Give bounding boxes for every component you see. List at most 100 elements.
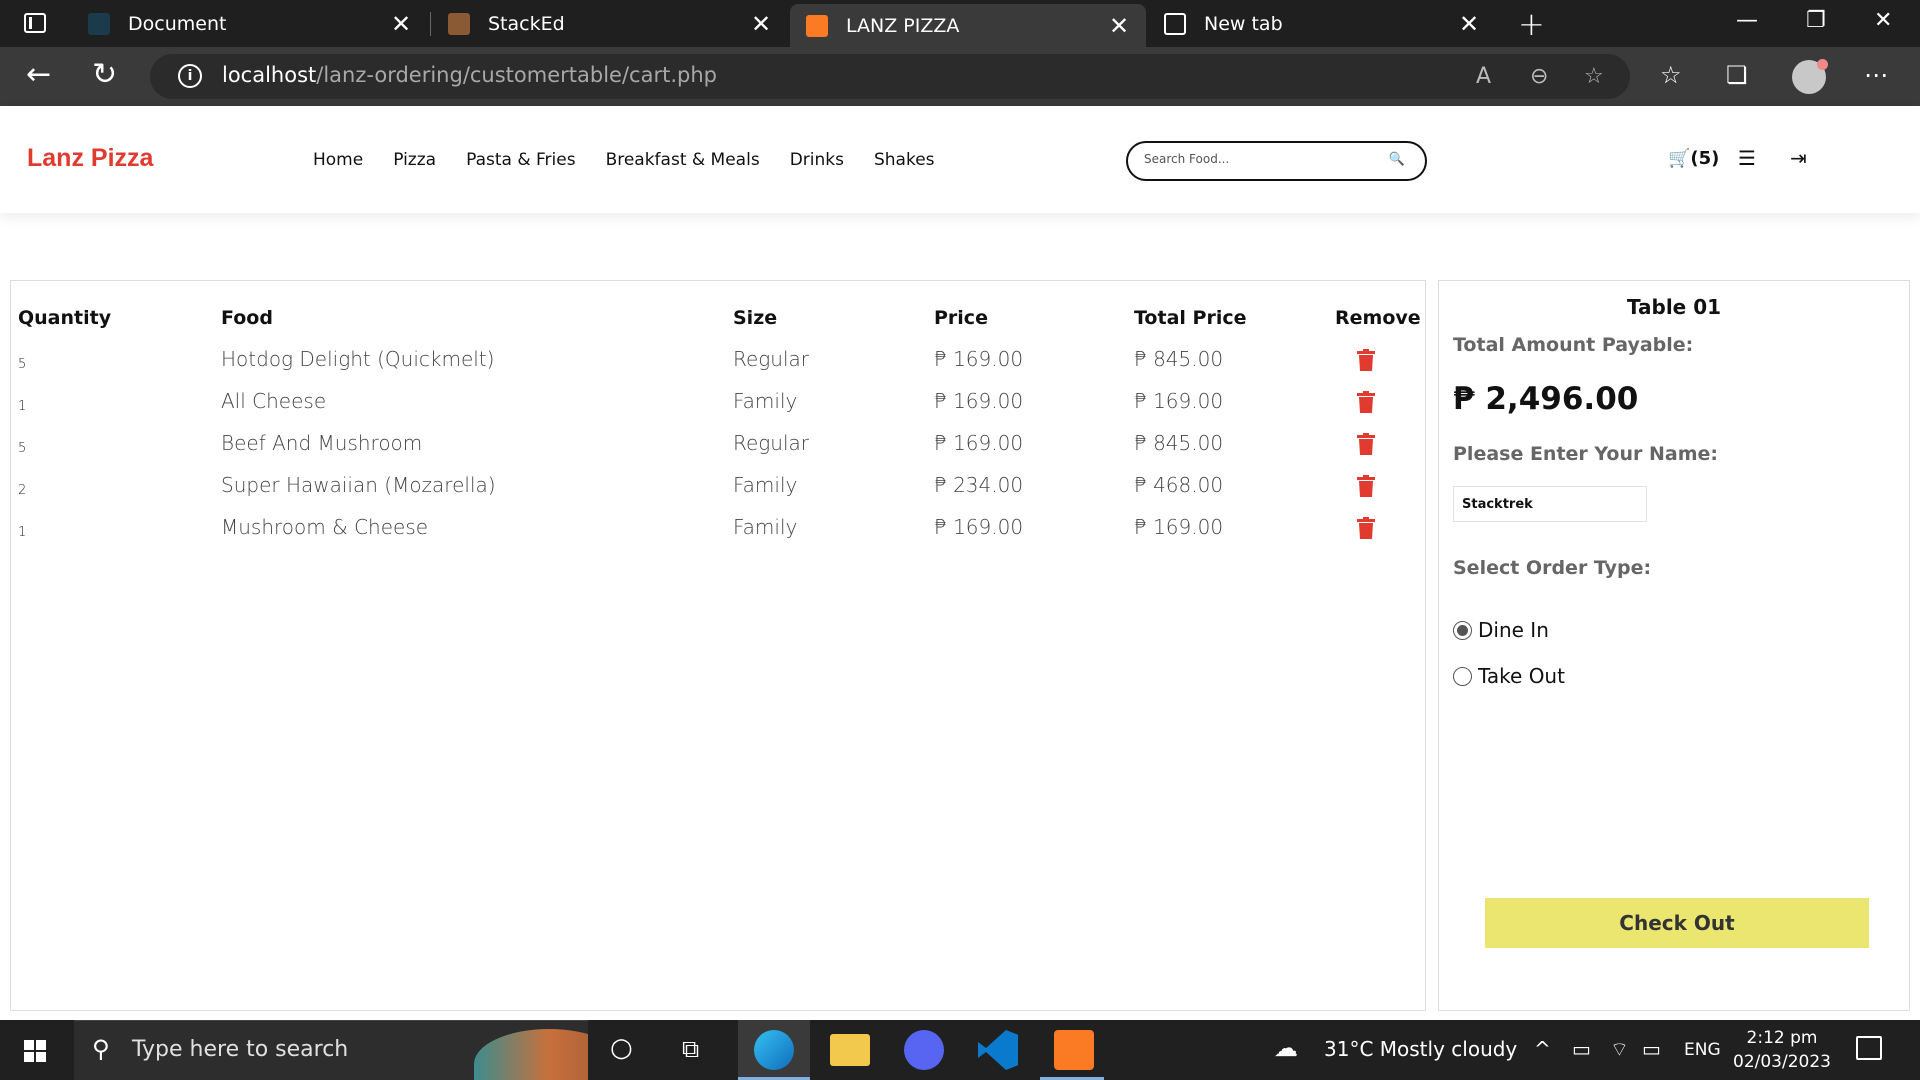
tab-new-tab[interactable]: New tab ✕ — [1148, 0, 1496, 47]
close-window-icon[interactable]: ✕ — [1874, 8, 1892, 33]
tab-lanz-pizza[interactable]: LANZ PIZZA ✕ — [790, 4, 1146, 47]
edge-icon[interactable] — [754, 1030, 794, 1070]
add-favorite-icon[interactable]: ☆ — [1584, 64, 1604, 89]
customer-name-input[interactable] — [1453, 486, 1647, 522]
checkout-button[interactable]: Check Out — [1485, 898, 1869, 948]
table-row: 5 Hotdog Delight (Quickmelt) Regular ₱ 1… — [11, 347, 1425, 389]
orders-list-icon[interactable]: ☰ — [1738, 146, 1756, 170]
row-total-price: ₱ 845.00 — [1134, 347, 1224, 371]
xampp-icon[interactable] — [1054, 1030, 1094, 1070]
back-arrow-icon[interactable]: ← — [26, 57, 51, 92]
cart-link[interactable]: 🛒(5) — [1668, 148, 1719, 169]
row-food: Mushroom & Cheese — [221, 515, 429, 539]
row-food: Beef And Mushroom — [221, 431, 423, 455]
trash-icon[interactable] — [1357, 475, 1375, 497]
close-tab-icon[interactable]: ✕ — [1456, 10, 1482, 38]
notifications-icon[interactable] — [1856, 1036, 1882, 1060]
more-menu-icon[interactable]: ⋯ — [1864, 61, 1888, 89]
food-search-box: 🔍 — [1126, 141, 1427, 181]
zoom-out-icon[interactable]: ⊖ — [1530, 64, 1548, 89]
browser-tab-bar: Document ✕ StackEd ✕ LANZ PIZZA ✕ New ta… — [0, 0, 1920, 47]
meet-now-icon[interactable]: ▭ — [1572, 1037, 1591, 1061]
row-size: Regular — [733, 347, 810, 371]
row-price: ₱ 169.00 — [934, 347, 1024, 371]
trash-icon[interactable] — [1357, 391, 1375, 413]
nav-breakfast-meals[interactable]: Breakfast & Meals — [606, 150, 760, 170]
collections-icon[interactable]: ❏ — [1726, 61, 1748, 89]
windows-start-icon[interactable] — [24, 1040, 46, 1062]
url-box[interactable]: i localhost/lanz-ordering/customertable/… — [150, 54, 1630, 99]
search-input[interactable] — [1144, 152, 1384, 166]
row-food: All Cheese — [221, 389, 327, 413]
row-food: Hotdog Delight (Quickmelt) — [221, 347, 495, 371]
search-icon: ⚲ — [92, 1035, 110, 1063]
stacked-favicon-icon — [448, 12, 470, 35]
clock-time: 2:12 pm — [1746, 1028, 1818, 1048]
file-explorer-icon[interactable] — [830, 1034, 870, 1066]
total-amount-label: Total Amount Payable: — [1453, 334, 1694, 356]
row-size: Family — [733, 515, 798, 539]
wifi-icon[interactable]: ⌔ — [1610, 1037, 1629, 1062]
nav-home[interactable]: Home — [313, 150, 363, 170]
favorites-icon[interactable]: ☆ — [1660, 61, 1682, 89]
nav-shakes[interactable]: Shakes — [874, 150, 935, 170]
order-summary-panel: Table 01 Total Amount Payable: ₱ 2,496.0… — [1438, 280, 1910, 1011]
language-indicator[interactable]: ENG — [1684, 1040, 1721, 1060]
task-view-icon[interactable]: ⧉ — [682, 1035, 699, 1063]
profile-avatar[interactable] — [1792, 59, 1828, 94]
take-out-radio[interactable] — [1453, 666, 1472, 686]
windows-taskbar: ⚲ Type here to search ○ ⧉ ☁ 31°C Mostly … — [0, 1020, 1920, 1080]
site-info-icon[interactable]: i — [178, 64, 202, 88]
new-tab-button[interactable]: + — [1518, 5, 1545, 43]
taskbar-clock[interactable]: 2:12 pm 02/03/2023 — [1720, 1026, 1844, 1074]
row-quantity: 1 — [18, 525, 27, 540]
nav-pizza[interactable]: Pizza — [393, 150, 436, 170]
weather-cloud-icon[interactable]: ☁ — [1274, 1034, 1298, 1062]
battery-icon[interactable]: ▭ — [1642, 1037, 1661, 1061]
row-quantity: 1 — [18, 399, 27, 414]
cortana-icon[interactable]: ○ — [610, 1033, 633, 1063]
header-size: Size — [733, 307, 778, 329]
main-nav: Home Pizza Pasta & Fries Breakfast & Mea… — [313, 150, 965, 170]
order-type-take-out[interactable]: Take Out — [1453, 664, 1565, 688]
nav-drinks[interactable]: Drinks — [790, 150, 844, 170]
trash-icon[interactable] — [1357, 349, 1375, 371]
nav-pasta-fries[interactable]: Pasta & Fries — [466, 150, 575, 170]
trash-icon[interactable] — [1357, 433, 1375, 455]
discord-icon[interactable] — [904, 1030, 944, 1070]
search-highlight-image — [474, 1029, 588, 1080]
site-logo[interactable]: Lanz Pizza — [27, 144, 153, 173]
tab-stacked[interactable]: StackEd ✕ — [432, 0, 788, 47]
row-price: ₱ 169.00 — [934, 431, 1024, 455]
close-tab-icon[interactable]: ✕ — [748, 10, 774, 38]
tab-label: LANZ PIZZA — [846, 14, 960, 37]
close-tab-icon[interactable]: ✕ — [388, 10, 414, 38]
tab-actions-icon[interactable] — [24, 13, 46, 33]
new-tab-favicon-icon — [1164, 12, 1186, 35]
table-row: 1 All Cheese Family ₱ 169.00 ₱ 169.00 — [11, 389, 1425, 431]
read-aloud-icon[interactable]: A — [1476, 64, 1491, 89]
refresh-icon[interactable]: ↻ — [92, 57, 117, 92]
cart-icon: 🛒 — [1668, 148, 1691, 169]
total-amount-value: ₱ 2,496.00 — [1453, 381, 1639, 417]
header-total-price: Total Price — [1134, 307, 1247, 329]
trash-icon[interactable] — [1357, 517, 1375, 539]
weather-text[interactable]: 31°C Mostly cloudy — [1324, 1037, 1517, 1061]
minimize-icon[interactable]: — — [1736, 8, 1758, 33]
restore-icon[interactable]: ❐ — [1806, 8, 1826, 33]
tab-document[interactable]: Document ✕ — [72, 0, 428, 47]
show-hidden-icons-icon[interactable]: ^ — [1534, 1037, 1551, 1061]
order-type-dine-in[interactable]: Dine In — [1453, 618, 1549, 642]
logout-icon[interactable]: ⇥ — [1790, 146, 1807, 170]
dine-in-radio[interactable] — [1453, 620, 1472, 640]
taskbar-search-box[interactable]: ⚲ Type here to search — [74, 1020, 588, 1080]
row-total-price: ₱ 169.00 — [1134, 389, 1224, 413]
take-out-label: Take Out — [1478, 664, 1565, 688]
table-row: 2 Super Hawaiian (Mozarella) Family ₱ 23… — [11, 473, 1425, 515]
vscode-icon[interactable] — [978, 1030, 1018, 1070]
header-food: Food — [221, 307, 273, 329]
search-icon[interactable]: 🔍 — [1389, 152, 1405, 167]
close-tab-icon[interactable]: ✕ — [1106, 12, 1132, 40]
url-text[interactable]: localhost/lanz-ordering/customertable/ca… — [222, 63, 717, 87]
clock-date: 02/03/2023 — [1733, 1052, 1831, 1072]
